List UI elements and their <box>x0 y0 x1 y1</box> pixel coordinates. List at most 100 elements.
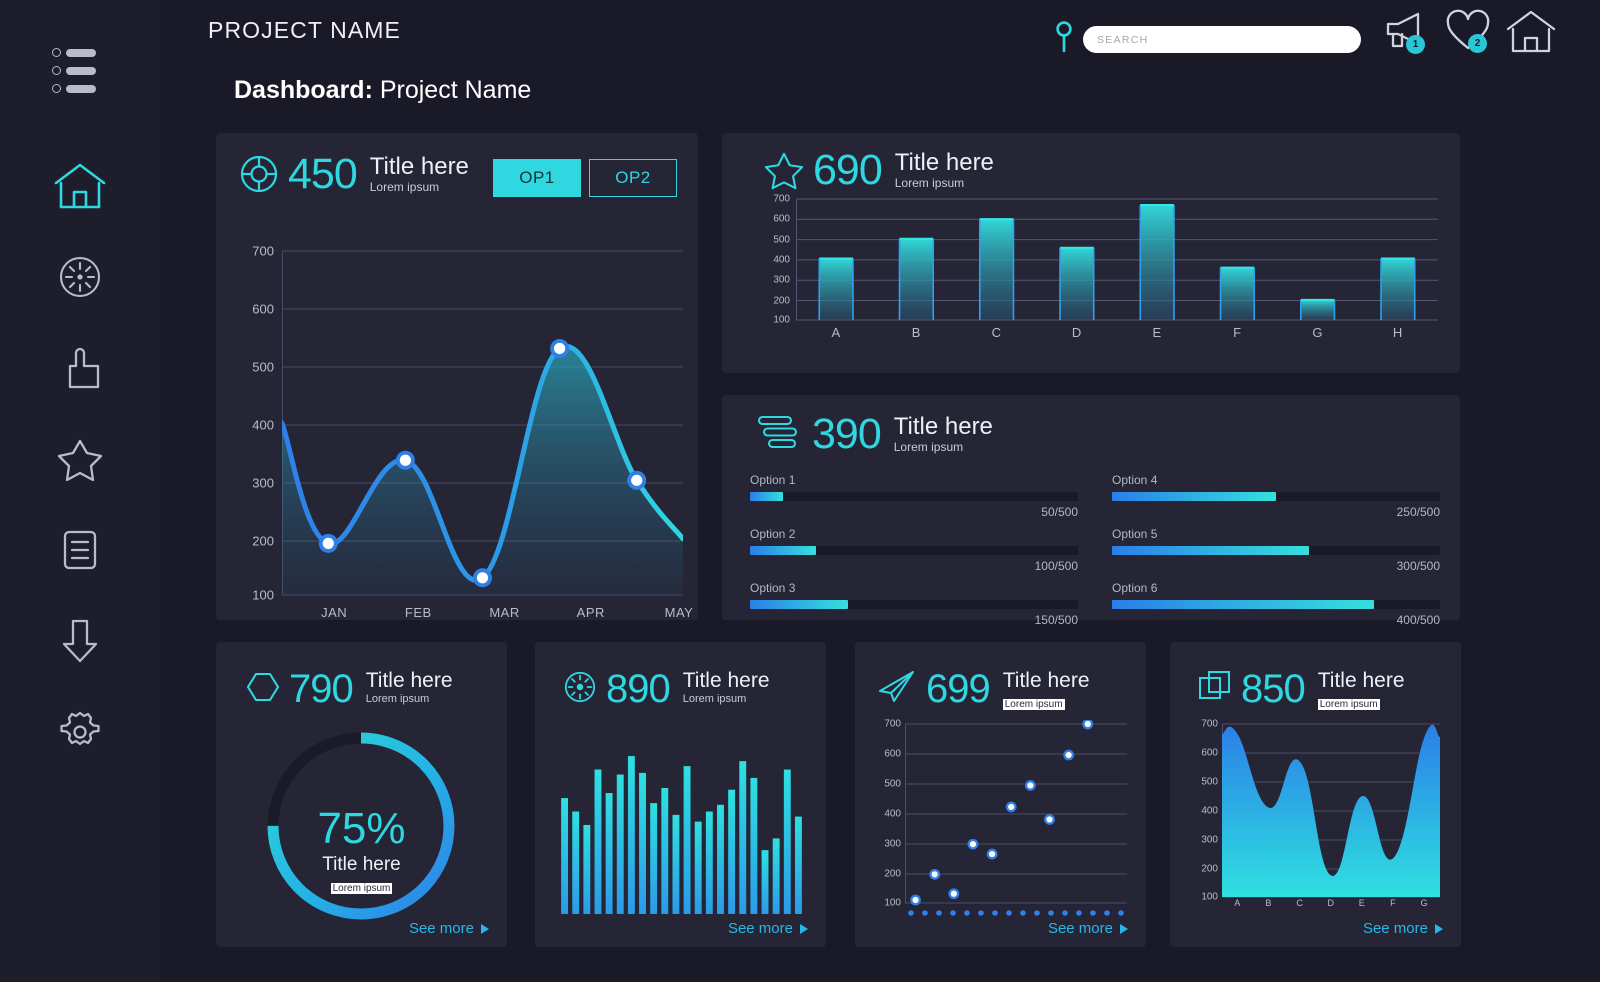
progress-value: 100/500 <box>750 559 1078 573</box>
search-icon[interactable] <box>1055 20 1073 59</box>
progress-track[interactable] <box>1112 600 1440 609</box>
progress-item: Option 150/500 <box>750 473 1078 519</box>
list-lines-icon <box>757 413 803 460</box>
paper-plane-icon <box>877 669 917 710</box>
card-bar-value: 690 <box>813 149 882 192</box>
megaphone-icon[interactable]: 1 <box>1382 9 1428 58</box>
see-more-link-small-bars[interactable]: See more <box>728 920 808 937</box>
donut-center-labels: 75% Title here Lorem ipsum <box>216 807 507 896</box>
search-input[interactable] <box>1083 26 1361 53</box>
progress-list: Option 150/500Option 4250/500Option 2100… <box>750 473 1440 627</box>
y-tick: 600 <box>252 302 274 317</box>
op1-button[interactable]: OP1 <box>493 159 581 197</box>
card-donut-subtitle: Lorem ipsum <box>366 693 453 705</box>
progress-track[interactable] <box>1112 492 1440 501</box>
progress-fill <box>750 492 783 501</box>
see-more-link-area[interactable]: See more <box>1363 920 1443 937</box>
bar-chart-svg <box>796 195 1438 325</box>
card-small-bars-subtitle: Lorem ipsum <box>683 693 770 705</box>
card-bar-titles: Title here Lorem ipsum <box>895 150 994 190</box>
card-small-bars: 890 Title here Lorem ipsum See more <box>535 642 826 947</box>
progress-item: Option 2100/500 <box>750 527 1078 573</box>
card-progress-subtitle: Lorem ipsum <box>894 440 993 454</box>
sidebar-item-gear[interactable] <box>0 686 160 777</box>
card-scatter-value: 699 <box>926 669 990 709</box>
y-tick: 400 <box>1201 806 1218 817</box>
star-icon <box>56 436 104 482</box>
card-progress: 390 Title here Lorem ipsum Option 150/50… <box>722 395 1460 620</box>
card-small-bars-titles: Title here Lorem ipsum <box>683 670 770 705</box>
card-area: 850 Title here Lorem ipsum 700 600 500 4… <box>1170 642 1461 947</box>
progress-track[interactable] <box>750 600 1078 609</box>
home-top-icon[interactable] <box>1505 9 1557 60</box>
progress-fill <box>1112 600 1374 609</box>
triangle-right-icon <box>1435 924 1443 934</box>
x-tick: B <box>1265 898 1272 908</box>
bar-chart-plot: 700 600 500 400 300 200 100 A <box>762 195 1438 357</box>
progress-label: Option 5 <box>1112 527 1440 541</box>
progress-fill <box>1112 546 1309 555</box>
megaphone-badge: 1 <box>1406 35 1425 54</box>
sidebar-item-star[interactable] <box>0 413 160 504</box>
progress-track[interactable] <box>750 492 1078 501</box>
small-bars-svg <box>559 746 804 914</box>
y-tick: 600 <box>773 214 790 225</box>
y-tick: 300 <box>773 275 790 286</box>
heart-icon[interactable]: 2 <box>1445 9 1491 58</box>
card-small-bars-value: 890 <box>606 669 670 709</box>
card-bar-title: Title here <box>895 150 994 175</box>
x-tick: G <box>1312 325 1323 340</box>
line-chart-plot: 700 600 500 400 300 200 100 <box>238 243 683 603</box>
y-tick: 500 <box>773 234 790 245</box>
op2-button[interactable]: OP2 <box>589 159 677 197</box>
y-tick: 600 <box>1201 748 1218 759</box>
progress-value: 150/500 <box>750 613 1078 627</box>
card-area-subtitle: Lorem ipsum <box>1318 699 1380 710</box>
progress-value: 300/500 <box>1112 559 1440 573</box>
card-area-title: Title here <box>1318 670 1405 692</box>
sidebar-item-home[interactable] <box>0 140 160 231</box>
x-tick: MAY <box>665 605 694 620</box>
see-more-link-donut[interactable]: See more <box>409 920 489 937</box>
card-donut-value: 790 <box>289 669 353 709</box>
search-bar <box>1055 20 1361 59</box>
x-tick: C <box>1296 898 1303 908</box>
card-scatter-header: 699 Title here Lorem ipsum <box>877 669 1090 712</box>
menu-bar <box>66 85 96 93</box>
progress-track[interactable] <box>1112 546 1440 555</box>
sidebar-item-dial[interactable] <box>0 231 160 322</box>
card-bar-chart: 690 Title here Lorem ipsum 700 600 500 4… <box>722 133 1460 373</box>
sidebar-item-thumbs-up[interactable] <box>0 322 160 413</box>
card-progress-title: Title here <box>894 414 993 439</box>
gear-icon <box>56 708 104 756</box>
menu-toggle-button[interactable] <box>52 48 112 96</box>
progress-label: Option 1 <box>750 473 1078 487</box>
y-tick: 100 <box>1201 892 1218 903</box>
x-tick: C <box>992 325 1002 340</box>
card-line-title: Title here <box>370 154 469 179</box>
see-more-label: See more <box>1363 920 1428 937</box>
area-chart-svg <box>1222 720 1440 915</box>
layered-squares-icon <box>1198 669 1232 710</box>
x-tick: A <box>1234 898 1241 908</box>
menu-dot <box>52 66 61 75</box>
progress-track[interactable] <box>750 546 1078 555</box>
x-tick: E <box>1153 325 1162 340</box>
x-tick: E <box>1359 898 1366 908</box>
x-tick: B <box>912 325 921 340</box>
see-more-link-scatter[interactable]: See more <box>1048 920 1128 937</box>
x-tick: D <box>1328 898 1335 908</box>
card-line-header: 450 Title here Lorem ipsum <box>239 153 469 200</box>
y-tick: 600 <box>884 749 901 760</box>
y-tick: 500 <box>252 360 274 375</box>
area-plot: 700 600 500 400 300 200 100 A <box>1188 720 1448 865</box>
area-x-axis: A B C D E F G <box>1222 898 1440 918</box>
progress-fill <box>750 600 848 609</box>
scatter-chart-svg <box>905 720 1127 920</box>
sidebar-item-download[interactable] <box>0 595 160 686</box>
card-donut-title: Title here <box>366 670 453 692</box>
sidebar-item-document[interactable] <box>0 504 160 595</box>
card-small-bars-title: Title here <box>683 670 770 692</box>
bar-chart-x-axis: A B C D E F G H <box>796 325 1438 347</box>
progress-item: Option 6400/500 <box>1112 581 1440 627</box>
